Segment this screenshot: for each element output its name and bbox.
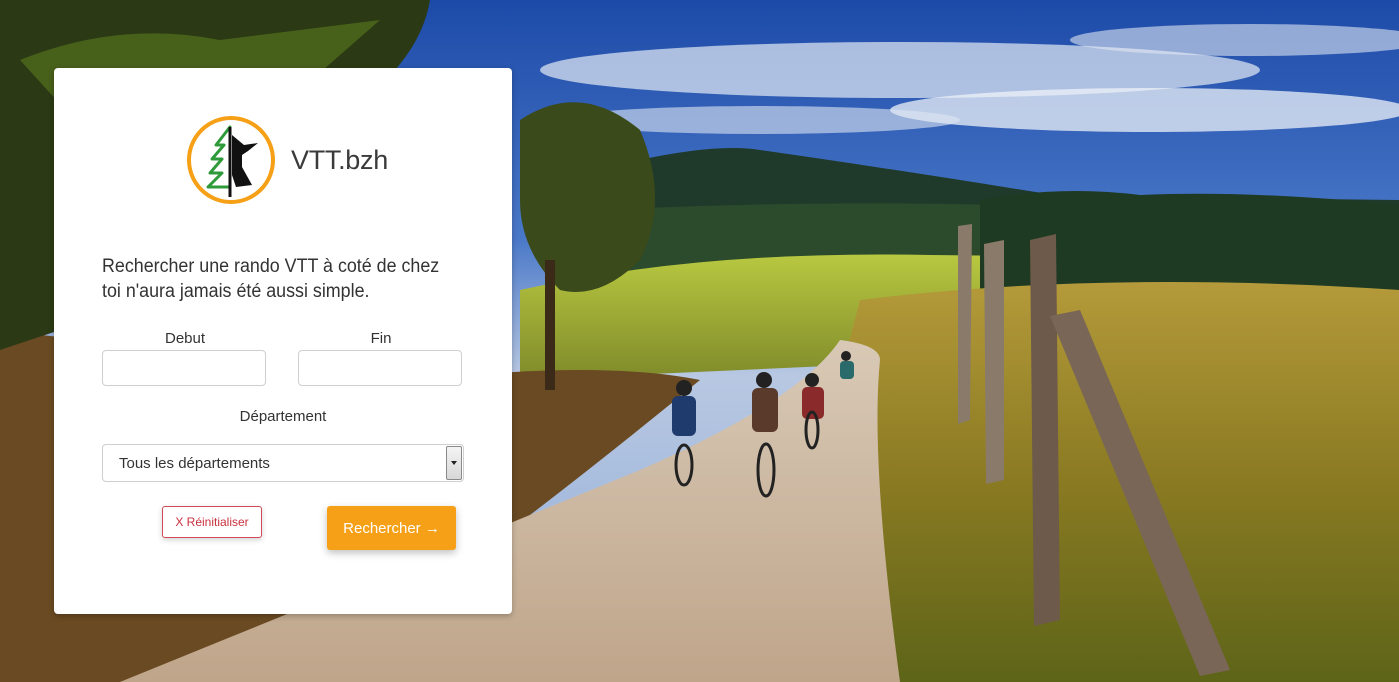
department-select[interactable]: Tous les départements (102, 444, 464, 482)
pine-tree-ermine-icon (187, 116, 275, 204)
department-select-value: Tous les départements (119, 455, 270, 472)
start-date-input[interactable] (102, 350, 266, 386)
tagline: Rechercher une rando VTT à coté de chez … (102, 256, 440, 302)
end-date-input[interactable] (298, 350, 462, 386)
reset-button[interactable]: X Réinitialiser (162, 506, 262, 538)
search-button[interactable]: Rechercher → (327, 506, 456, 550)
start-date-label: Debut (164, 330, 206, 347)
end-date-label: Fin (370, 330, 392, 347)
department-label: Département (239, 408, 327, 425)
background-scene: VTT.bzh Rechercher une rando VTT à coté … (0, 0, 1399, 682)
chevron-down-icon[interactable] (446, 446, 462, 480)
brand-header: VTT.bzh (186, 115, 388, 205)
brand-name: VTT.bzh (291, 144, 388, 175)
search-card: VTT.bzh Rechercher une rando VTT à coté … (54, 68, 512, 614)
